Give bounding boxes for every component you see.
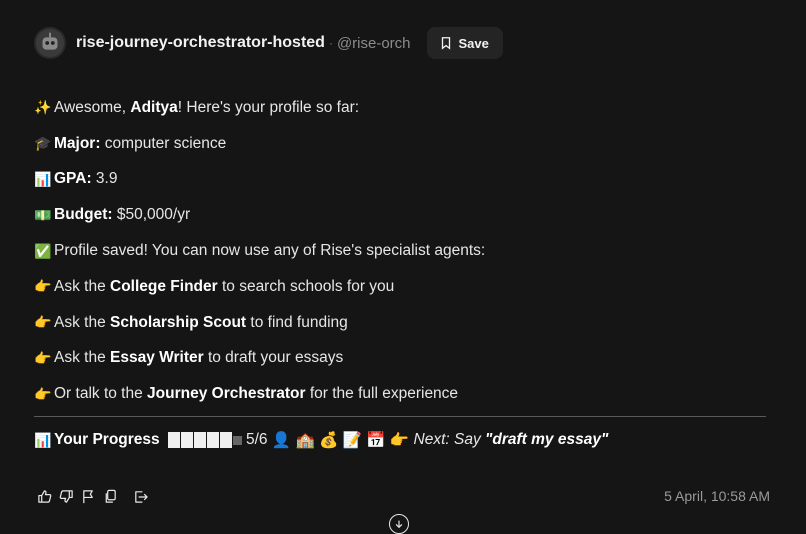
money-icon: 💵 — [34, 206, 52, 223]
major-line: 🎓 Major: computer science — [34, 134, 227, 152]
bar-chart-icon: 📊 — [34, 170, 52, 187]
agent-handle[interactable]: @rise-orch — [337, 35, 411, 52]
agent-name[interactable]: rise-journey-orchestrator-hosted — [76, 34, 325, 52]
step-icons: 👤 🏫 💰 📝 📅 — [271, 431, 386, 449]
progress-label: Your Progress — [54, 431, 160, 448]
message-timestamp: 5 April, 10:58 AM — [664, 488, 770, 504]
graduation-cap-icon: 🎓 — [34, 135, 52, 152]
pointing-hand-icon: 👉 — [34, 314, 52, 331]
bookmark-icon — [441, 37, 450, 50]
save-button[interactable]: Save — [426, 27, 503, 59]
progress-segment-filled — [206, 432, 219, 448]
thumbs-up-icon[interactable] — [36, 486, 52, 506]
pointing-hand-icon: 👉 — [34, 278, 52, 295]
user-name: Aditya — [130, 98, 178, 116]
next-step-command: "draft my essay" — [485, 431, 609, 448]
bar-chart-icon: 📊 — [34, 431, 52, 448]
robot-avatar-icon[interactable] — [34, 27, 66, 59]
checkmark-icon: ✅ — [34, 242, 52, 259]
assistant-message: ✨ Awesome, Aditya! Here's your profile so… — [34, 90, 766, 412]
progress-segment-filled — [167, 432, 180, 448]
flag-icon[interactable] — [80, 486, 96, 506]
progress-bar — [167, 432, 242, 448]
progress-segment-empty — [232, 435, 242, 445]
next-step-label: Next: Say — [413, 431, 486, 448]
progress-segment-filled — [193, 432, 206, 448]
greeting-line: ✨ Awesome, Aditya! Here's your profile so… — [34, 98, 360, 116]
thumbs-down-icon[interactable] — [58, 486, 74, 506]
share-icon[interactable] — [132, 486, 148, 506]
agent-line-college-finder: 👉 Ask the College Finder to search school… — [34, 277, 395, 295]
saved-line: ✅ Profile saved! You can now use any of R… — [34, 242, 486, 260]
separator-dot: · — [328, 36, 333, 50]
progress-segment-filled — [219, 432, 232, 448]
agent-line-essay-writer: 👉 Ask the Essay Writer to draft your essa… — [34, 349, 344, 367]
agent-line-journey-orchestrator: 👉 Or talk to the Journey Orchestrator for… — [34, 385, 459, 403]
progress-segment-filled — [180, 432, 193, 448]
budget-line: 💵 Budget: $50,000/yr — [34, 206, 191, 224]
progress-line: 📊 Your Progress 5/6 👤 🏫 💰 📝 📅 👉 Next: Say… — [34, 428, 608, 452]
chat-header: rise-journey-orchestrator-hosted · @rise… — [34, 26, 503, 60]
scroll-down-button[interactable] — [389, 514, 409, 534]
progress-count: 5/6 — [245, 431, 268, 448]
sparkles-icon: ✨ — [34, 99, 52, 116]
copy-icon[interactable] — [102, 486, 118, 506]
message-actions — [36, 486, 148, 506]
divider — [34, 416, 766, 417]
save-label: Save — [458, 35, 489, 51]
arrow-down-icon — [395, 520, 403, 529]
pointing-hand-icon: 👉 — [34, 385, 52, 402]
pointing-hand-icon: 👉 — [389, 431, 410, 449]
agent-line-scholarship-scout: 👉 Ask the Scholarship Scout to find fundi… — [34, 313, 348, 331]
pointing-hand-icon: 👉 — [34, 349, 52, 366]
gpa-line: 📊 GPA: 3.9 — [34, 170, 118, 188]
